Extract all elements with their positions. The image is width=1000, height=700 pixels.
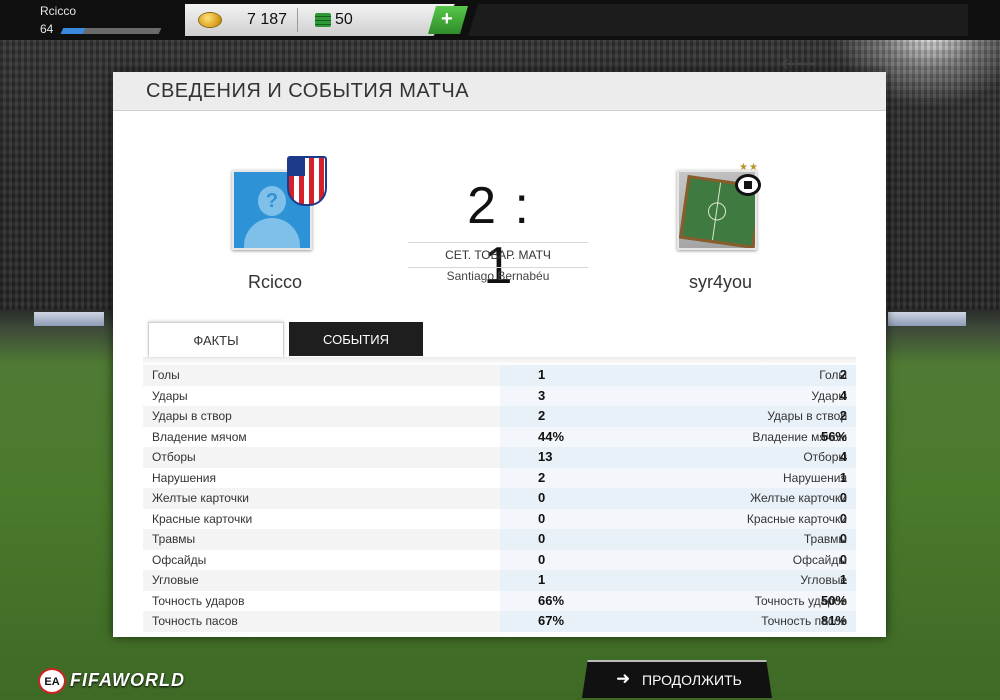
stat-label-away: Удары в створ [767,409,847,423]
stat-label-away: Травмы [803,532,847,546]
stat-row-away-cell [500,385,856,406]
stat-label-away: Отборы [803,450,847,464]
stat-row: Желтые карточки 0 0 Желтые карточки [143,488,856,509]
ad-board-left [34,312,104,326]
stat-row: Владение мячом 56% 44% Владение мячом [143,426,856,447]
stat-row-away-cell [500,529,856,550]
stats-table: Голы 2 1 Голы Удары 4 3 Удары Удары в створ 2 2 Уда… [143,357,856,632]
stat-row: Удары 4 3 Удары [143,385,856,406]
stat-row-home-cell [143,385,500,406]
player-name: Rcicco [40,4,77,18]
stat-label-home: Отборы [152,450,196,464]
continue-button[interactable]: ➜ ПРОДОЛЖИТЬ [582,660,772,698]
stat-label-away: Точность ударов [754,593,847,608]
stat-label-away: Удары [811,388,847,403]
fifa-world-logo-text: FIFAWORLD [70,670,185,690]
ad-board-right [888,312,966,326]
stat-label-away: Красные карточки [746,511,847,526]
panel-title: СВЕДЕНИЯ И СОБЫТИЯ МАТЧА [146,80,470,102]
away-team-name: syr4you [689,272,753,292]
stat-value-away: 1 [538,572,546,587]
club-stars: ★★ [739,162,759,173]
top-bar: Rcicco 64 7 187 50 + [0,0,1000,40]
stat-row: Точность пасов 81% 67% Точность пасов [143,611,856,632]
stat-label-home: Удары [152,388,188,403]
stat-label-home: Владение мячом [152,429,247,444]
plus-icon: + [441,8,453,30]
stat-label-home: Желтые карточки [152,491,249,505]
stat-value-away: 2 [538,469,546,485]
stat-value-away: 67% [538,613,565,628]
stat-label-home: Красные карточки [152,511,253,526]
stat-row-home-cell [143,365,500,386]
home-team-name: Rcicco [248,272,303,292]
stat-row: Офсайды 0 0 Офсайды [143,549,856,570]
stat-label-away: Угловые [800,573,847,587]
player-profile[interactable]: Rcicco 64 [34,0,176,40]
stat-row: Отборы 4 13 Отборы [143,447,856,468]
xp-progress-bar [60,28,162,34]
stat-value-away: 0 [538,551,546,567]
fifa-points-icon [315,13,331,27]
stat-label-home: Удары в створ [152,409,232,423]
stat-value-away: 0 [538,531,546,546]
stat-row-home-cell [143,529,500,550]
points-balance: 50 [335,11,353,28]
stat-value-away: 44% [538,428,565,444]
unknown-user-icon: ? [258,186,286,216]
tab-facts[interactable]: ФАКТЫ [148,322,284,357]
stat-label-home: Нарушения [152,470,217,485]
stat-row: Голы 2 1 Голы [143,365,856,386]
stat-row-home-cell [143,447,500,468]
wallet-divider [297,8,298,32]
stat-value-away: 3 [538,387,546,403]
match-venue: Santiago Bernabéu [446,269,550,283]
stat-label-away: Владение мячом [752,429,847,444]
stat-label-away: Желтые карточки [750,491,847,505]
continue-label: ПРОДОЛЖИТЬ [642,672,742,688]
stat-row-away-cell [500,365,856,386]
top-bar-strip [468,4,968,36]
fifa-world-logo: EA FIFAWORLD [38,666,198,696]
stat-value-away: 13 [538,449,553,464]
stat-row: Нарушения 1 2 Нарушения [143,467,856,488]
stat-label-home: Офсайды [152,552,207,567]
coins-balance: 7 187 [247,11,288,28]
match-type: СЕТ. ТОВАР. МАТЧ [408,242,588,268]
stat-label-away: Точность пасов [761,614,847,628]
stat-row: Красные карточки 0 0 Красные карточки [143,508,856,529]
stat-label-home: Точность ударов [152,593,245,608]
stat-value-away: 0 [538,510,546,526]
atletico-crest-icon [287,156,327,206]
player-level: 64 [40,22,54,36]
wallet: 7 187 50 [185,4,455,36]
stat-label-home: Точность пасов [152,614,238,628]
stat-row: Удары в створ 2 2 Удары в створ [143,406,856,427]
avatar-silhouette-body [244,218,300,248]
stat-value-away: 66% [538,592,565,608]
tab-events[interactable]: СОБЫТИЯ [289,322,423,356]
coins-icon [199,13,221,27]
stat-row: Травмы 0 0 Травмы [143,529,856,550]
stat-label-home: Голы [152,368,180,382]
stat-label-away: Офсайды [792,552,847,567]
stat-value-away: 1 [538,367,546,382]
stat-value-away: 2 [538,408,546,423]
stat-row: Угловые 1 1 Угловые [143,570,856,591]
club-badge-icon [735,174,761,196]
panel-header: СВЕДЕНИЯ И СОБЫТИЯ МАТЧА [113,72,886,111]
arrow-right-icon: ➜ [616,669,631,688]
stat-label-home: Травмы [152,532,196,546]
stat-label-away: Голы [819,368,847,382]
ea-sports-logo-icon: EA [38,668,66,694]
stat-value-away: 0 [538,490,546,505]
stat-label-home: Угловые [152,573,199,587]
stat-label-away: Нарушения [782,470,847,485]
stat-row: Точность ударов 50% 66% Точность ударов [143,590,856,611]
match-details-panel: СВЕДЕНИЯ И СОБЫТИЯ МАТЧА ? Rcicco 2 : 1 … [113,72,886,637]
